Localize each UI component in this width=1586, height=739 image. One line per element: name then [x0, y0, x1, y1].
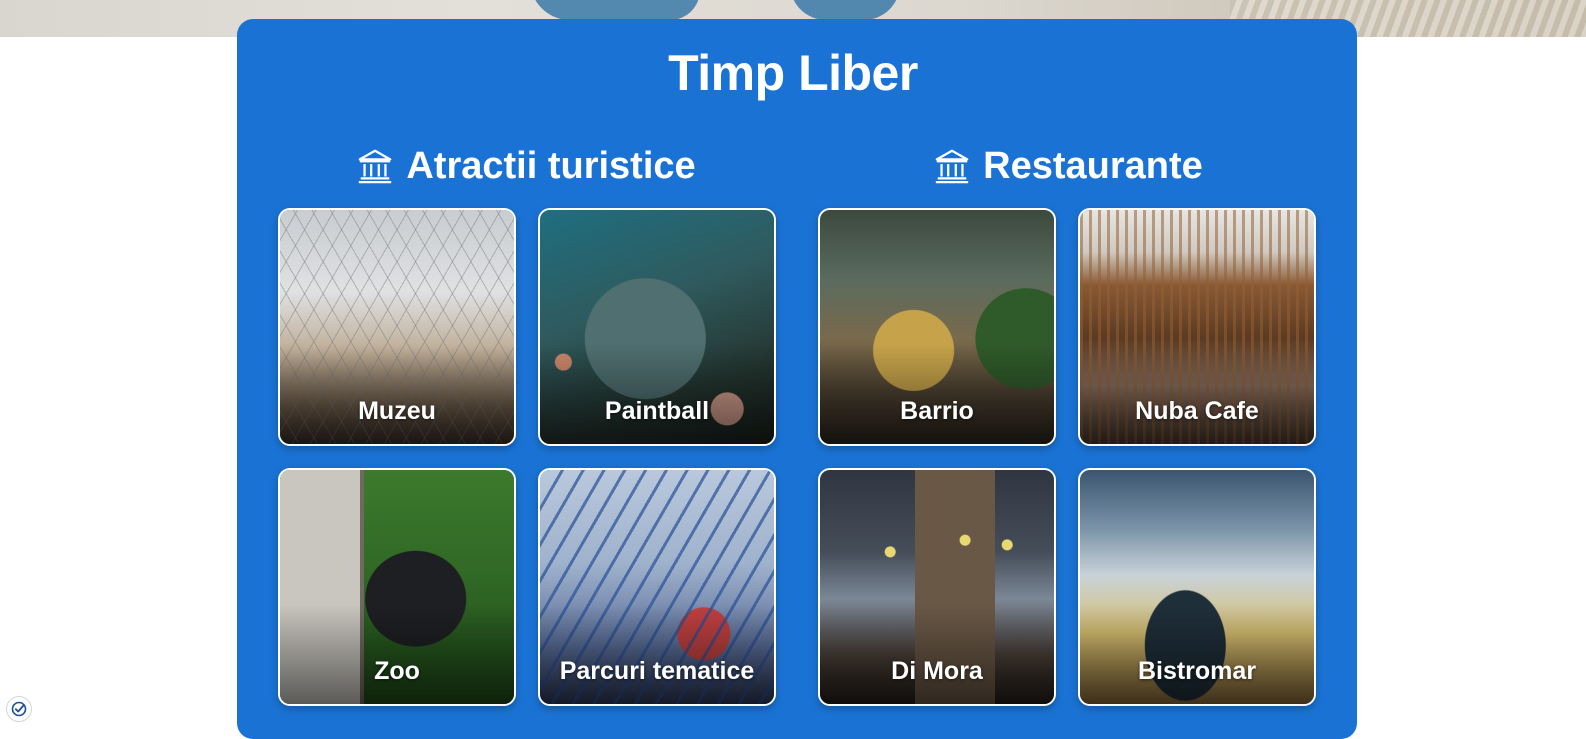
- museum-icon: [935, 149, 969, 184]
- card-label: Parcuri tematice: [559, 657, 755, 685]
- card-zoo[interactable]: Zoo: [278, 468, 516, 706]
- card-bistromar[interactable]: Bistromar: [1078, 468, 1316, 706]
- verified-badge[interactable]: [6, 696, 32, 722]
- card-shade: [540, 344, 774, 444]
- card-shade: [820, 344, 1054, 444]
- card-label: Nuba Cafe: [1135, 397, 1259, 425]
- card-label: Zoo: [374, 657, 420, 685]
- museum-icon: [359, 149, 392, 184]
- hero-decoration: [790, 0, 900, 20]
- card-parcuri-tematice[interactable]: Parcuri tematice: [538, 468, 776, 706]
- section-title-label: Restaurante: [983, 144, 1203, 187]
- hero-decoration: [530, 0, 700, 20]
- card-label: Di Mora: [891, 657, 983, 685]
- card-nuba-cafe[interactable]: Nuba Cafe: [1078, 208, 1316, 446]
- card-label: Barrio: [900, 397, 974, 425]
- card-muzeu[interactable]: Muzeu: [278, 208, 516, 446]
- verified-check-icon: [11, 701, 27, 717]
- section-title-label: Atractii turistice: [406, 144, 696, 187]
- section-title-restaurants: Restaurante: [817, 141, 1319, 191]
- card-shade: [820, 604, 1054, 704]
- card-label: Muzeu: [358, 397, 436, 425]
- card-shade: [540, 604, 774, 704]
- card-shade: [280, 344, 514, 444]
- card-shade: [1080, 604, 1314, 704]
- card-paintball[interactable]: Paintball: [538, 208, 776, 446]
- card-shade: [280, 604, 514, 704]
- card-barrio[interactable]: Barrio: [818, 208, 1056, 446]
- card-label: Bistromar: [1137, 657, 1257, 685]
- page-title: Timp Liber: [668, 45, 918, 101]
- section-title-attractions: Atractii turistice: [275, 141, 777, 191]
- card-di-mora[interactable]: Di Mora: [818, 468, 1056, 706]
- card-label: Paintball: [604, 397, 710, 425]
- card-shade: [1080, 344, 1314, 444]
